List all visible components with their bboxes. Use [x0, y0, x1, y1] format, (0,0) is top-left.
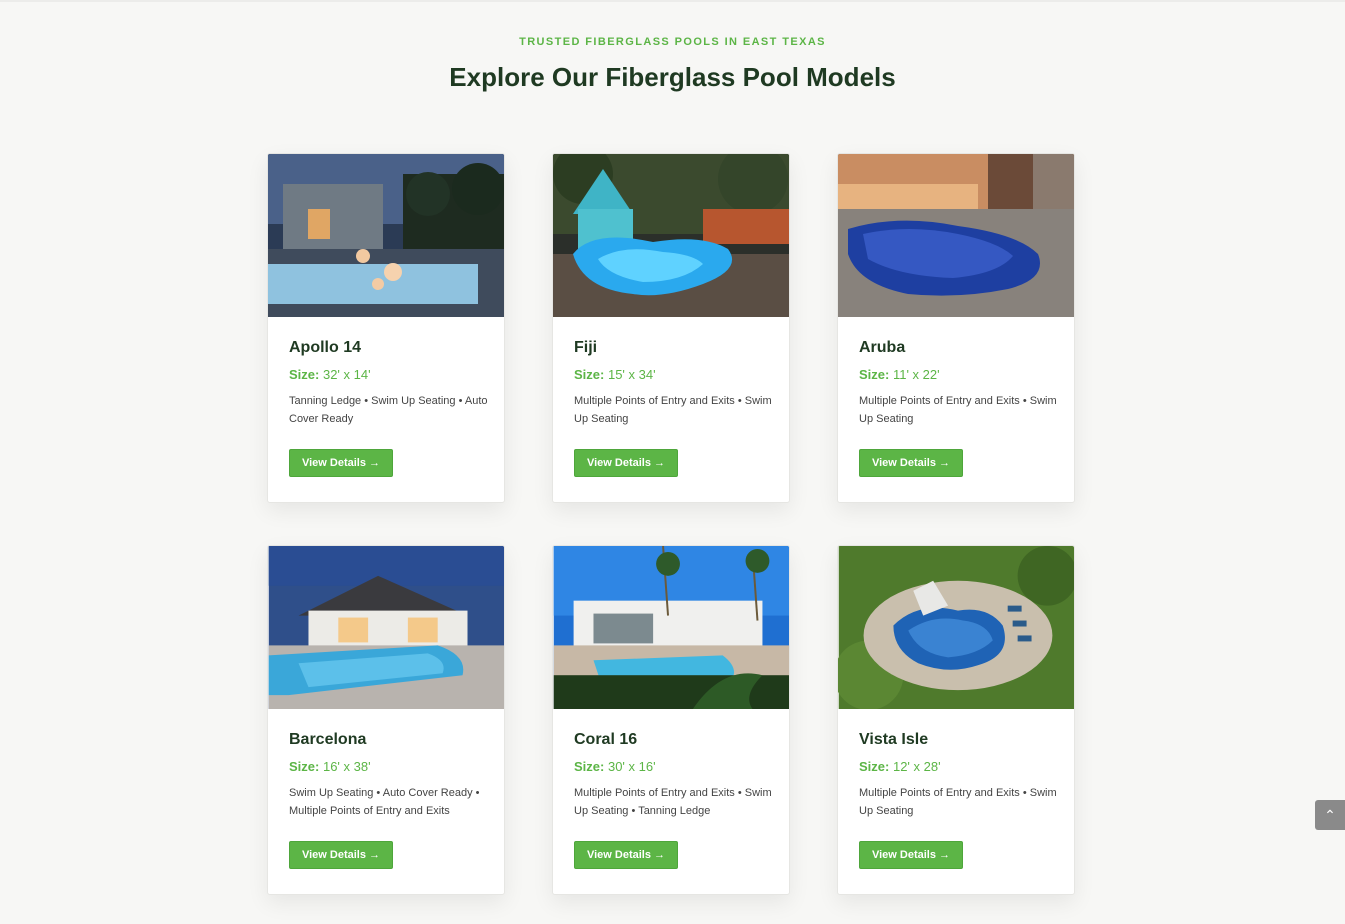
pool-title: Apollo 14 — [289, 339, 362, 356]
pool-photo[interactable] — [553, 546, 789, 709]
pool-features: Multiple Points of Entry and Exits • Swi… — [859, 787, 1057, 817]
pool-photo[interactable] — [268, 154, 504, 317]
scroll-to-top-button[interactable]: ⌃ — [1315, 800, 1345, 830]
pool-features: Multiple Points of Entry and Exits • Swi… — [574, 395, 772, 425]
view-details-button[interactable]: View Details → — [859, 449, 963, 477]
pool-features: Swim Up Seating • Auto Cover Ready • Mul… — [289, 787, 480, 817]
size-value: 16' x 38' — [322, 759, 371, 774]
size-label: Size: — [289, 759, 320, 774]
pool-card-aruba: Aruba Size: 11' x 22' Multiple Points of… — [837, 153, 1075, 503]
pool-title: Fiji — [574, 339, 598, 356]
size-value: 30' x 16' — [607, 759, 656, 774]
size-value: 12' x 28' — [892, 759, 941, 774]
pool-photo[interactable] — [838, 546, 1074, 709]
chevron-up-icon: ⌃ — [1324, 807, 1336, 823]
size-value: 11' x 22' — [892, 367, 940, 382]
pool-card-coral-16: Coral 16 Size: 30' x 16' Multiple Points… — [552, 545, 790, 895]
view-details-button[interactable]: View Details → — [859, 841, 963, 869]
size-value: 32' x 14' — [322, 367, 371, 382]
size-label: Size: — [859, 759, 890, 774]
pool-size: Size: 15' x 34' — [574, 367, 656, 382]
pool-size: Size: 16' x 38' — [289, 759, 371, 774]
view-details-button[interactable]: View Details → — [289, 449, 393, 477]
pool-card-vista-isle: Vista Isle Size: 12' x 28' Multiple Poin… — [837, 545, 1075, 895]
pool-title: Aruba — [859, 339, 906, 356]
pool-photo[interactable] — [268, 546, 504, 709]
pool-size: Size: 12' x 28' — [859, 759, 941, 774]
view-details-button[interactable]: View Details → — [574, 449, 678, 477]
view-details-button[interactable]: View Details → — [574, 841, 678, 869]
pool-photo[interactable] — [838, 154, 1074, 317]
pool-size: Size: 32' x 14' — [289, 367, 371, 382]
pool-size: Size: 30' x 16' — [574, 759, 656, 774]
size-label: Size: — [574, 759, 605, 774]
size-label: Size: — [289, 367, 320, 382]
pool-card-barcelona: Barcelona Size: 16' x 38' Swim Up Seatin… — [267, 545, 505, 895]
view-details-button[interactable]: View Details → — [289, 841, 393, 869]
pool-title: Vista Isle — [859, 731, 929, 748]
pool-features: Tanning Ledge • Swim Up Seating • Auto C… — [289, 395, 488, 425]
pool-size: Size: 11' x 22' — [859, 367, 940, 382]
pool-title: Coral 16 — [574, 731, 638, 748]
size-value: 15' x 34' — [607, 367, 656, 382]
pool-title: Barcelona — [289, 731, 367, 748]
pool-card-apollo-14: Apollo 14 Size: 32' x 14' Tanning Ledge … — [267, 153, 505, 503]
section-eyebrow: TRUSTED FIBERGLASS POOLS IN EAST TEXAS — [519, 36, 826, 48]
section-heading: Explore Our Fiberglass Pool Models — [449, 62, 896, 92]
size-label: Size: — [574, 367, 605, 382]
pool-features: Multiple Points of Entry and Exits • Swi… — [859, 395, 1057, 425]
size-label: Size: — [859, 367, 890, 382]
top-divider — [0, 0, 1345, 2]
pool-card-fiji: Fiji Size: 15' x 34' Multiple Points of … — [552, 153, 790, 503]
pool-features: Multiple Points of Entry and Exits • Swi… — [574, 787, 772, 817]
pool-photo[interactable] — [553, 154, 789, 317]
